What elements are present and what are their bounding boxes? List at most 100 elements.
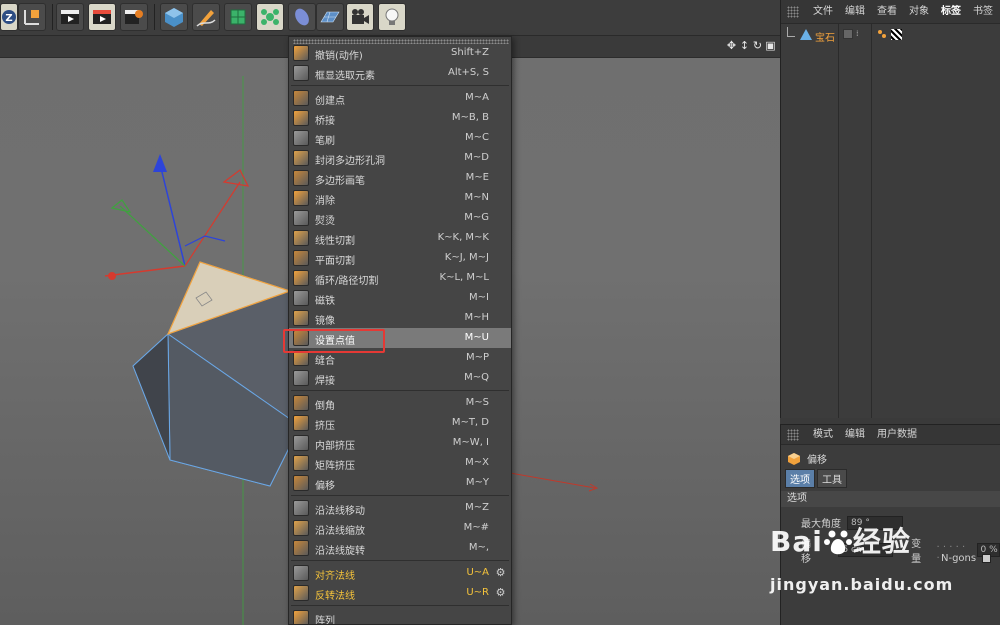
menu-item-extrude-inner[interactable]: 内部挤压 M~W, I	[289, 433, 511, 453]
menu-item-shortcut: M~G	[464, 212, 489, 223]
menu-item-label: 磁铁	[315, 296, 335, 307]
normal-rotate-icon	[293, 540, 309, 556]
bevel-icon	[293, 395, 309, 411]
menu-item-bevel[interactable]: 倒角 M~S	[289, 393, 511, 413]
menu-item-label: 挤压	[315, 421, 335, 432]
menu-item-close-polygon-hole[interactable]: 封闭多边形孔洞 M~D	[289, 148, 511, 168]
pen-spline-icon[interactable]	[192, 3, 220, 31]
settings-gear-icon[interactable]: ⚙	[494, 566, 507, 579]
attribute-manager-menubar: 模式 编辑 用户数据	[781, 425, 1000, 445]
menu-item-shortcut: M~Q	[464, 372, 489, 383]
menu-item-label: 镜像	[315, 316, 335, 327]
menu-item-loop-path-cut[interactable]: 循环/路径切割 K~L, M~L	[289, 268, 511, 288]
menu-view[interactable]: 查看	[871, 0, 903, 24]
object-row[interactable]: 宝石 ⁞	[781, 27, 1000, 44]
watermark-brand: Bai 经验	[770, 520, 911, 560]
menu-item-shortcut: M~I	[469, 292, 489, 303]
phong-tag-icon[interactable]	[877, 28, 887, 40]
menu-item-normal-move[interactable]: 沿法线移动 M~Z	[289, 498, 511, 518]
visibility-dots-icon[interactable]	[843, 29, 853, 39]
panel-grip-icon[interactable]	[787, 5, 799, 18]
render-settings-icon[interactable]	[120, 3, 148, 31]
menu-mode[interactable]: 模式	[807, 425, 839, 445]
cube-primitive-icon[interactable]	[160, 3, 188, 31]
menu-edit[interactable]: 编辑	[839, 425, 871, 445]
menu-item-matrix-extrude[interactable]: 矩阵挤压 M~X	[289, 453, 511, 473]
menu-item-array[interactable]: 阵列	[289, 608, 511, 624]
hierarchy-line-icon	[787, 27, 795, 37]
menu-item-iron[interactable]: 熨烫 M~G	[289, 208, 511, 228]
menu-item-bridge[interactable]: 桥接 M~B, B	[289, 108, 511, 128]
menu-item-plane-cut[interactable]: 平面切割 K~J, M~J	[289, 248, 511, 268]
menu-item-mirror[interactable]: 镜像 M~H	[289, 308, 511, 328]
menu-item-shortcut: M~,	[468, 542, 489, 553]
weld-icon	[293, 370, 309, 386]
menu-item-create-point[interactable]: 创建点 M~A	[289, 88, 511, 108]
menu-item-reverse-normals[interactable]: 反转法线 U~R ⚙	[289, 583, 511, 603]
menu-item-shortcut: M~S	[465, 397, 489, 408]
annotation-highlight-box	[283, 329, 385, 353]
array-icon	[293, 610, 309, 624]
material-tag-icon[interactable]	[891, 29, 902, 40]
menu-tags[interactable]: 标签	[935, 0, 967, 24]
gizmo-z-axis	[159, 163, 186, 267]
settings-gear-icon[interactable]: ⚙	[494, 586, 507, 599]
cloner-array-icon[interactable]	[256, 3, 284, 31]
menu-item-normal-rotate[interactable]: 沿法线旋转 M~,	[289, 538, 511, 558]
menu-item-align-normals[interactable]: 对齐法线 U~A ⚙	[289, 563, 511, 583]
menu-item-label: 矩阵挤压	[315, 461, 355, 472]
subdivision-surface-icon[interactable]	[224, 3, 252, 31]
menu-item-shortcut: M~Z	[465, 502, 489, 513]
menu-item-weld[interactable]: 焊接 M~Q	[289, 368, 511, 388]
light-bulb-icon[interactable]	[378, 3, 406, 31]
menu-item-brush[interactable]: 笔刷 M~C	[289, 128, 511, 148]
menu-file[interactable]: 文件	[807, 0, 839, 24]
menu-edit[interactable]: 编辑	[839, 0, 871, 24]
layer-toggle-icon[interactable]: ⁞	[856, 29, 859, 38]
menu-item-magnet[interactable]: 磁铁 M~I	[289, 288, 511, 308]
menu-item-normal-scale[interactable]: 沿法线缩放 M~#	[289, 518, 511, 538]
menu-object[interactable]: 对象	[903, 0, 935, 24]
menu-item-shortcut: M~E	[465, 172, 489, 183]
menu-item-undo-action[interactable]: 撤销(动作) Shift+Z	[289, 43, 511, 63]
extrude-icon	[293, 415, 309, 431]
attribute-title: 偏移	[787, 451, 827, 466]
object-name[interactable]: 宝石	[815, 29, 835, 44]
normal-move-icon	[293, 500, 309, 516]
object-manager-panel: 文件 编辑 查看 对象 标签 书签 宝石 ⁞	[780, 0, 1000, 418]
menu-item-shortcut: M~Y	[465, 477, 489, 488]
menu-item-polygon-pen[interactable]: 多边形画笔 M~E	[289, 168, 511, 188]
baidu-jingyan-watermark: Bai 经验 jingyan.baidu.com	[770, 520, 1000, 620]
floor-plane-icon[interactable]	[316, 3, 344, 31]
menu-item-frame-selected[interactable]: 框显选取元素 Alt+S, S	[289, 63, 511, 83]
menu-item-shortcut: M~#	[463, 522, 489, 533]
menu-item-offset[interactable]: 偏移 M~Y	[289, 473, 511, 493]
coordinate-axis-icon[interactable]	[18, 3, 46, 31]
polygon-object-icon	[800, 29, 812, 40]
render-picture-viewer-icon[interactable]	[88, 3, 116, 31]
baidu-paw-icon	[823, 530, 852, 555]
tab-options[interactable]: 选项	[785, 469, 815, 488]
menu-item-line-cut[interactable]: 线性切割 K~K, M~K	[289, 228, 511, 248]
menu-item-extrude[interactable]: 挤压 M~T, D	[289, 413, 511, 433]
menu-item-shortcut: Shift+Z	[451, 47, 489, 58]
menu-item-shortcut: M~X	[465, 457, 489, 468]
camera-icon[interactable]	[346, 3, 374, 31]
undo-action-icon	[293, 45, 309, 61]
menu-item-dissolve[interactable]: 消除 M~N	[289, 188, 511, 208]
line-cut-icon	[293, 230, 309, 246]
menu-bookmarks[interactable]: 书签	[967, 0, 999, 24]
align-normals-icon	[293, 565, 309, 581]
menu-user-data[interactable]: 用户数据	[871, 425, 923, 445]
deformer-icon[interactable]	[288, 3, 316, 31]
tab-tool[interactable]: 工具	[817, 469, 847, 488]
extrude-inner-icon	[293, 435, 309, 451]
render-view-icon[interactable]	[56, 3, 84, 31]
undo-z-icon[interactable]: Z	[0, 3, 18, 31]
dissolve-icon	[293, 190, 309, 206]
menu-item-shortcut: M~U	[464, 332, 489, 343]
menu-item-label: 框显选取元素	[315, 71, 375, 82]
menu-item-label: 内部挤压	[315, 441, 355, 452]
panel-grip-icon[interactable]	[787, 428, 799, 441]
menu-item-label: 对齐法线	[315, 571, 355, 582]
